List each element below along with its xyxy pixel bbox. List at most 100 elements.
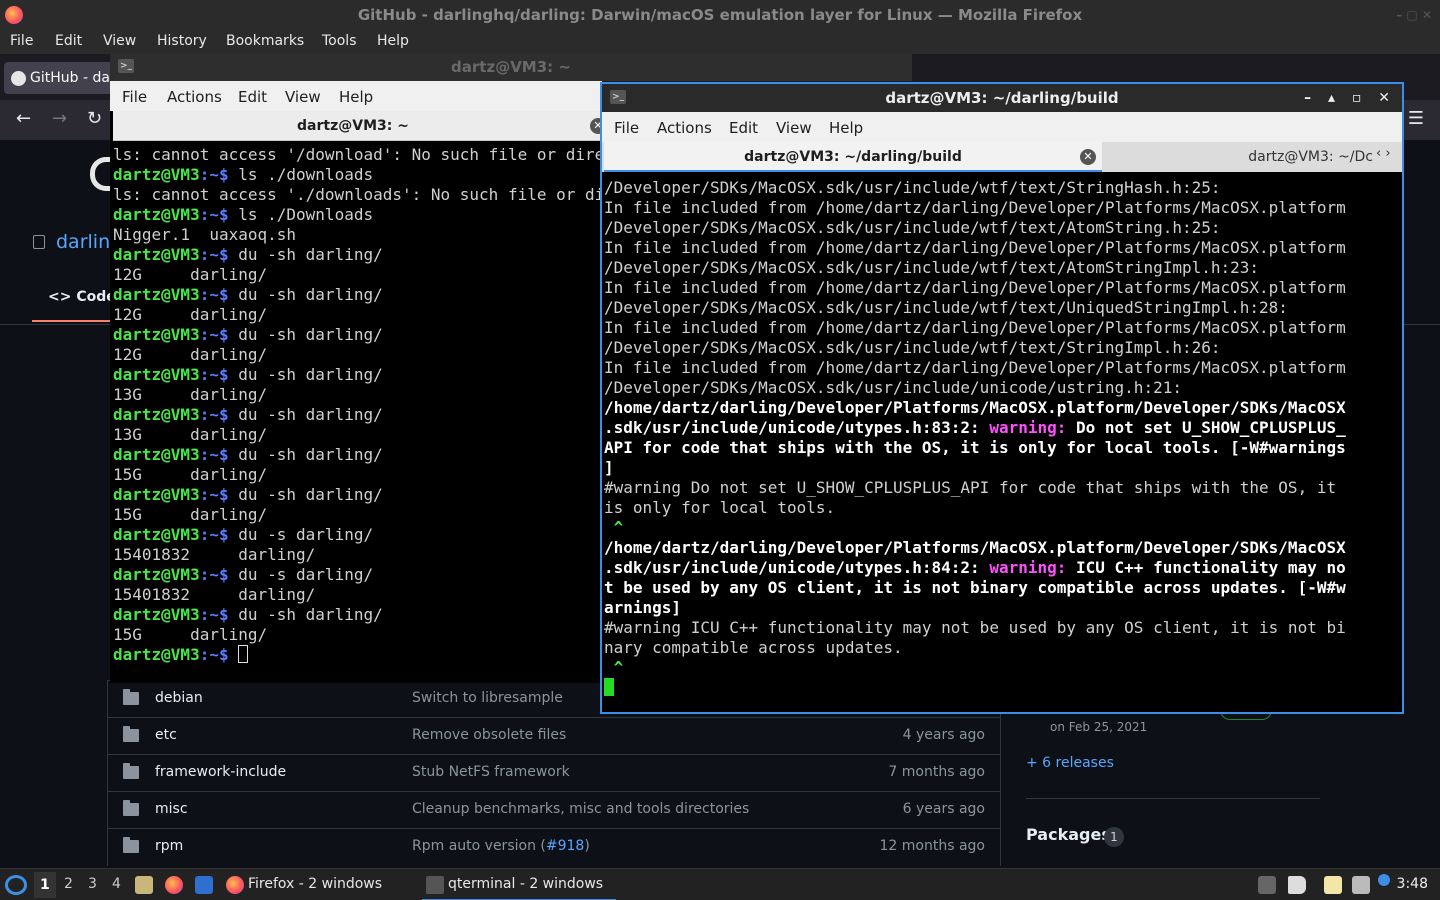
tray-update-icon[interactable] xyxy=(1258,876,1276,894)
menu-view[interactable]: View xyxy=(103,33,136,49)
output-text: In file included from /home/dartz/darlin… xyxy=(604,278,1346,297)
back-arrow-icon[interactable]: ← xyxy=(16,108,31,129)
terminal-window-build[interactable]: >_ dartz@VM3: ~/darling/build – ▴ ▫ ✕ Fi… xyxy=(600,82,1404,714)
commit-message[interactable]: Rpm auto version (#918) xyxy=(412,838,590,854)
packages-heading[interactable]: Packages xyxy=(1026,825,1111,844)
file-name[interactable]: misc xyxy=(155,801,188,817)
menu-help[interactable]: Help xyxy=(339,88,373,106)
notification-icon[interactable] xyxy=(1378,874,1390,886)
pr-link[interactable]: #918 xyxy=(546,838,584,854)
file-name[interactable]: debian xyxy=(155,690,203,706)
terminal-tab-build[interactable]: dartz@VM3: ~/darling/build ✕ xyxy=(604,142,1102,172)
clipboard-icon[interactable] xyxy=(1324,876,1342,894)
terminal-titlebar[interactable]: >_ dartz@VM3: ~ xyxy=(110,53,912,81)
releases-link[interactable]: + 6 releases xyxy=(1026,755,1114,771)
output-text: #warning ICU C++ functionality may not b… xyxy=(604,618,1346,637)
table-row[interactable]: framework-include Stub NetFS framework 7… xyxy=(108,754,1000,791)
commit-message[interactable]: Stub NetFS framework xyxy=(412,764,570,780)
file-name[interactable]: rpm xyxy=(155,838,183,854)
output-text-bold: /home/dartz/darling/Developer/Platforms/… xyxy=(604,398,1346,417)
browser-tab-github[interactable]: GitHub - darlinghq/darling xyxy=(4,62,124,94)
firefox-icon xyxy=(226,876,244,894)
forward-arrow-icon[interactable]: → xyxy=(52,108,67,129)
terminal-output[interactable]: ls: cannot access '/download': No such f… xyxy=(113,141,602,680)
volume-icon[interactable] xyxy=(1288,876,1306,894)
output-text-bold: t be used by any OS client, it is not bi… xyxy=(604,578,1346,597)
command-text: du -sh darling/ xyxy=(238,285,383,304)
menu-view[interactable]: View xyxy=(776,119,812,137)
menu-file[interactable]: File xyxy=(10,33,33,49)
table-row[interactable]: rpm Rpm auto version (#918) 12 months ag… xyxy=(108,828,1000,865)
menu-edit[interactable]: Edit xyxy=(729,119,758,137)
menu-file[interactable]: File xyxy=(614,119,639,137)
menu-view[interactable]: View xyxy=(285,88,321,106)
workspace-3[interactable]: 3 xyxy=(88,876,97,892)
terminal-window-home[interactable]: >_ dartz@VM3: ~ File Actions Edit View H… xyxy=(110,53,912,683)
table-row[interactable]: etc Remove obsolete files 4 years ago xyxy=(108,717,1000,754)
file-manager-icon[interactable] xyxy=(135,876,153,894)
terminal-line: is only for local tools. xyxy=(604,498,1400,518)
output-text: /Developer/SDKs/MacOSX.sdk/usr/include/w… xyxy=(604,298,1288,317)
commit-message[interactable]: Remove obsolete files xyxy=(412,727,566,743)
workspace-1[interactable]: 1 xyxy=(34,872,56,898)
reload-icon[interactable]: ↻ xyxy=(87,108,102,129)
workspace-4[interactable]: 4 xyxy=(112,876,121,892)
desktop-icon[interactable] xyxy=(195,876,213,894)
output-text-bold: /home/dartz/darling/Developer/Platforms/… xyxy=(604,538,1346,557)
menu-tools[interactable]: Tools xyxy=(322,33,357,49)
prompt-path: :~$ xyxy=(199,405,239,424)
command-text: ls ./downloads xyxy=(238,165,374,184)
menu-edit[interactable]: Edit xyxy=(55,33,82,49)
window-controls[interactable]: – ▴ ▫ ✕ xyxy=(1304,84,1396,112)
terminal-line: #warning Do not set U_SHOW_CPLUSPLUS_API… xyxy=(604,478,1400,498)
table-row[interactable]: misc Cleanup benchmarks, misc and tools … xyxy=(108,791,1000,828)
menu-file[interactable]: File xyxy=(122,88,147,106)
menu-help[interactable]: Help xyxy=(829,119,863,137)
terminal-line: /Developer/SDKs/MacOSX.sdk/usr/include/u… xyxy=(604,378,1400,398)
start-menu-icon[interactable] xyxy=(5,875,27,895)
menu-edit[interactable]: Edit xyxy=(238,88,267,106)
output-text: 15401832 darling/ xyxy=(113,585,316,604)
close-icon[interactable]: ✕ xyxy=(1080,149,1096,165)
menu-help[interactable]: Help xyxy=(377,33,409,49)
terminal-tab[interactable]: dartz@VM3: ~ xyxy=(113,111,593,141)
clock[interactable]: 3:48 xyxy=(1397,876,1428,892)
output-text: 15401832 darling/ xyxy=(113,545,316,564)
menu-history[interactable]: History xyxy=(157,33,207,49)
task-firefox[interactable]: Firefox - 2 windows xyxy=(222,869,382,900)
terminal-tab-other[interactable]: dartz@VM3: ~/Dc xyxy=(1107,142,1377,172)
terminal-line: ls: cannot access './downloads': No such… xyxy=(113,185,602,205)
firefox-launcher-icon[interactable] xyxy=(165,876,183,894)
terminal-line: In file included from /home/dartz/darlin… xyxy=(604,278,1400,298)
commit-message[interactable]: Switch to libresample xyxy=(412,690,563,706)
task-qterminal[interactable]: qterminal - 2 windows xyxy=(422,869,616,900)
terminal-title: dartz@VM3: ~/darling/build xyxy=(885,89,1119,107)
menu-actions[interactable]: Actions xyxy=(657,119,712,137)
hamburger-menu-icon[interactable]: ☰ xyxy=(1408,108,1424,129)
terminal-titlebar[interactable]: >_ dartz@VM3: ~/darling/build – ▴ ▫ ✕ xyxy=(602,84,1402,112)
prompt-path: :~$ xyxy=(199,285,239,304)
task-label: qterminal - 2 windows xyxy=(448,876,604,892)
menu-actions[interactable]: Actions xyxy=(167,88,222,106)
workspace-2[interactable]: 2 xyxy=(64,876,73,892)
output-text: Nigger.1 uaxaoq.sh xyxy=(113,225,297,244)
commit-message-text: Rpm auto version ( xyxy=(412,838,546,854)
window-controls[interactable]: – ▢ ✕ xyxy=(1396,0,1432,30)
terminal-line: 15401832 darling/ xyxy=(113,545,602,565)
commit-message[interactable]: Cleanup benchmarks, misc and tools direc… xyxy=(412,801,749,817)
command-text: du -sh darling/ xyxy=(238,605,383,624)
output-text-bold: ] xyxy=(604,458,614,477)
tab-code[interactable]: <> Code xyxy=(48,289,116,305)
prompt-user: dartz@VM3 xyxy=(113,525,200,544)
file-name[interactable]: framework-include xyxy=(155,764,286,780)
file-name[interactable]: etc xyxy=(155,727,177,743)
output-text: /Developer/SDKs/MacOSX.sdk/usr/include/w… xyxy=(604,258,1260,277)
terminal-output[interactable]: /Developer/SDKs/MacOSX.sdk/usr/include/w… xyxy=(604,174,1400,712)
output-text-bold: ICU C++ functionality may no xyxy=(1066,558,1346,577)
prompt-user: dartz@VM3 xyxy=(113,445,200,464)
menu-bookmarks[interactable]: Bookmarks xyxy=(226,33,304,49)
commit-date: 12 months ago xyxy=(879,838,985,854)
output-text: #warning Do not set U_SHOW_CPLUSPLUS_API… xyxy=(604,478,1337,497)
tab-scroll-arrows-icon[interactable]: ‹ › xyxy=(1376,146,1400,168)
network-icon[interactable] xyxy=(1352,876,1370,894)
